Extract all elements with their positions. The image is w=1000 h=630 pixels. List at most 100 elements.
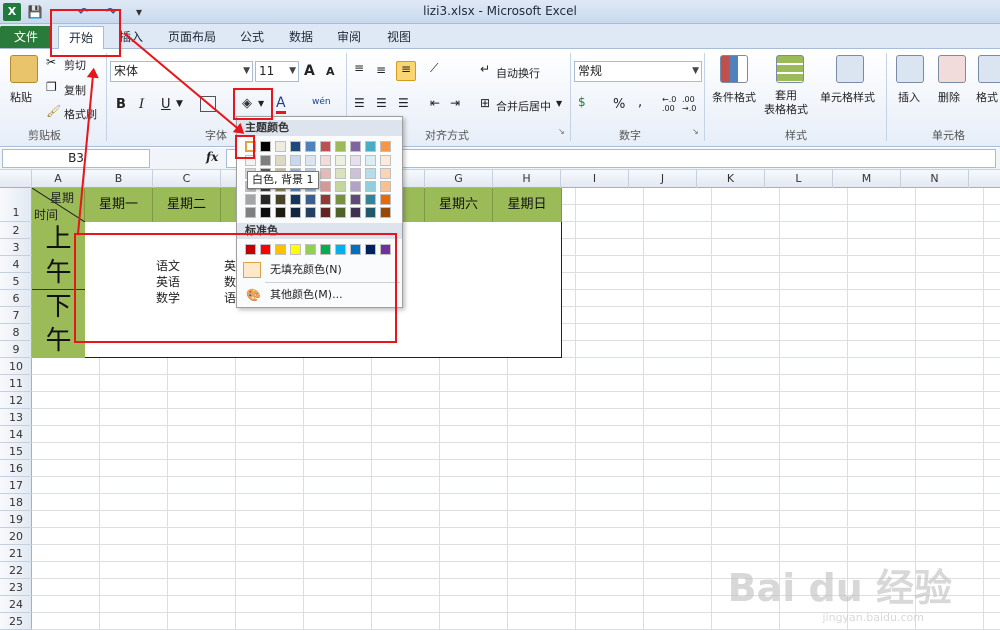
theme-shade-swatch[interactable] <box>380 155 391 166</box>
format-painter-icon[interactable]: 🖌 <box>46 104 61 118</box>
standard-color-swatch[interactable] <box>290 244 301 255</box>
theme-shade-swatch[interactable] <box>245 155 256 166</box>
row-header[interactable]: 9 <box>0 341 32 358</box>
chevron-down-icon[interactable]: ▼ <box>556 99 562 108</box>
align-top-icon[interactable]: ≡ <box>354 61 364 75</box>
theme-shade-swatch[interactable] <box>350 155 361 166</box>
theme-shade-swatch[interactable] <box>335 194 346 205</box>
row-header[interactable]: 22 <box>0 562 32 579</box>
copy-icon[interactable]: ❐ <box>46 80 57 94</box>
theme-shade-swatch[interactable] <box>305 207 316 218</box>
column-header[interactable]: H <box>493 170 561 188</box>
bold-button[interactable]: B <box>116 97 126 112</box>
tab-insert[interactable]: 插入 <box>116 26 146 48</box>
chevron-down-icon[interactable]: ▼ <box>176 99 183 109</box>
theme-shade-swatch[interactable] <box>320 207 331 218</box>
tab-file[interactable]: 文件 <box>0 26 52 48</box>
merge-center-icon[interactable]: ⊞ <box>480 96 490 110</box>
conditional-format-icon[interactable] <box>720 55 748 83</box>
theme-shade-swatch[interactable] <box>320 155 331 166</box>
decrease-decimal-button[interactable]: .00 →.0 <box>682 95 696 113</box>
theme-shade-swatch[interactable] <box>275 194 286 205</box>
theme-shade-swatch[interactable] <box>350 207 361 218</box>
align-center-icon[interactable]: ☰ <box>376 96 387 110</box>
wrap-text-button[interactable]: 自动换行 <box>496 65 540 81</box>
theme-shade-swatch[interactable] <box>335 168 346 179</box>
column-header[interactable]: B <box>85 170 153 188</box>
column-header[interactable]: A <box>32 170 85 188</box>
select-all-corner[interactable] <box>0 170 32 188</box>
theme-shade-swatch[interactable] <box>305 194 316 205</box>
theme-shade-swatch[interactable] <box>380 168 391 179</box>
row-header[interactable]: 19 <box>0 511 32 528</box>
day-header-cell[interactable]: 星期六 <box>425 188 493 222</box>
theme-color-swatch[interactable] <box>380 141 391 152</box>
standard-color-swatch[interactable] <box>380 244 391 255</box>
paste-button[interactable]: 粘贴 <box>10 89 32 105</box>
theme-color-swatch[interactable] <box>335 141 346 152</box>
theme-shade-swatch[interactable] <box>365 155 376 166</box>
day-header-cell[interactable]: 星期二 <box>153 188 221 222</box>
font-color-button[interactable]: A <box>276 95 286 114</box>
row-header[interactable]: 21 <box>0 545 32 562</box>
wrap-text-icon[interactable]: ↵ <box>480 62 490 76</box>
row-header[interactable]: 17 <box>0 477 32 494</box>
column-header[interactable]: L <box>765 170 833 188</box>
theme-shade-swatch[interactable] <box>335 155 346 166</box>
format-as-table-button[interactable]: 套用 表格格式 <box>764 89 808 117</box>
theme-shade-swatch[interactable] <box>380 194 391 205</box>
row-header[interactable]: 14 <box>0 426 32 443</box>
row-header[interactable]: 25 <box>0 613 32 630</box>
tab-page-layout[interactable]: 页面布局 <box>162 26 222 48</box>
theme-shade-swatch[interactable] <box>305 155 316 166</box>
orientation-icon[interactable]: ⟋ <box>430 61 438 76</box>
row-header[interactable]: 12 <box>0 392 32 409</box>
theme-shade-swatch[interactable] <box>350 168 361 179</box>
theme-color-swatch[interactable] <box>245 141 256 152</box>
theme-shade-swatch[interactable] <box>365 194 376 205</box>
tab-data[interactable]: 数据 <box>283 26 319 48</box>
format-cells-icon[interactable] <box>978 55 1000 83</box>
format-painter-button[interactable]: 格式刷 <box>64 106 97 122</box>
standard-color-swatch[interactable] <box>245 244 256 255</box>
theme-color-swatch[interactable] <box>260 141 271 152</box>
theme-shade-swatch[interactable] <box>290 194 301 205</box>
column-header[interactable]: M <box>833 170 901 188</box>
theme-shade-swatch[interactable] <box>290 207 301 218</box>
standard-color-swatch[interactable] <box>260 244 271 255</box>
currency-icon[interactable]: $ <box>578 95 586 109</box>
theme-color-swatch[interactable] <box>305 141 316 152</box>
format-cells-button[interactable]: 格式 <box>976 89 998 105</box>
copy-button[interactable]: 复制 <box>64 82 86 98</box>
row-header[interactable]: 2 <box>0 222 32 239</box>
standard-color-swatch[interactable] <box>350 244 361 255</box>
insert-cells-button[interactable]: 插入 <box>898 89 920 105</box>
percent-button[interactable]: % <box>613 97 625 112</box>
fill-color-icon[interactable]: ◈ <box>242 96 252 111</box>
cell-styles-icon[interactable] <box>836 55 864 83</box>
tab-formulas[interactable]: 公式 <box>234 26 270 48</box>
column-header[interactable]: K <box>697 170 765 188</box>
increase-decimal-button[interactable]: ←.0 .00 <box>662 95 676 113</box>
theme-shade-swatch[interactable] <box>290 155 301 166</box>
afternoon-cell[interactable]: 下 午 <box>32 290 85 358</box>
merge-center-button[interactable]: 合并后居中 <box>496 98 551 114</box>
decrease-indent-icon[interactable]: ⇤ <box>430 96 440 110</box>
theme-shade-swatch[interactable] <box>365 181 376 192</box>
theme-shade-swatch[interactable] <box>245 194 256 205</box>
theme-shade-swatch[interactable] <box>335 181 346 192</box>
standard-color-swatch[interactable] <box>320 244 331 255</box>
row-header[interactable]: 13 <box>0 409 32 426</box>
theme-shade-swatch[interactable] <box>350 181 361 192</box>
row-header[interactable]: 23 <box>0 579 32 596</box>
column-header[interactable]: N <box>901 170 969 188</box>
theme-shade-swatch[interactable] <box>350 194 361 205</box>
theme-shade-swatch[interactable] <box>365 207 376 218</box>
header-corner-cell[interactable]: 星期 时间 <box>32 188 85 222</box>
theme-color-swatch[interactable] <box>275 141 286 152</box>
paste-icon[interactable] <box>10 55 38 83</box>
row-header[interactable]: 16 <box>0 460 32 477</box>
theme-color-swatch[interactable] <box>320 141 331 152</box>
insert-cells-icon[interactable] <box>896 55 924 83</box>
more-colors-option[interactable]: 🎨 其他颜色(M)... <box>237 284 402 306</box>
